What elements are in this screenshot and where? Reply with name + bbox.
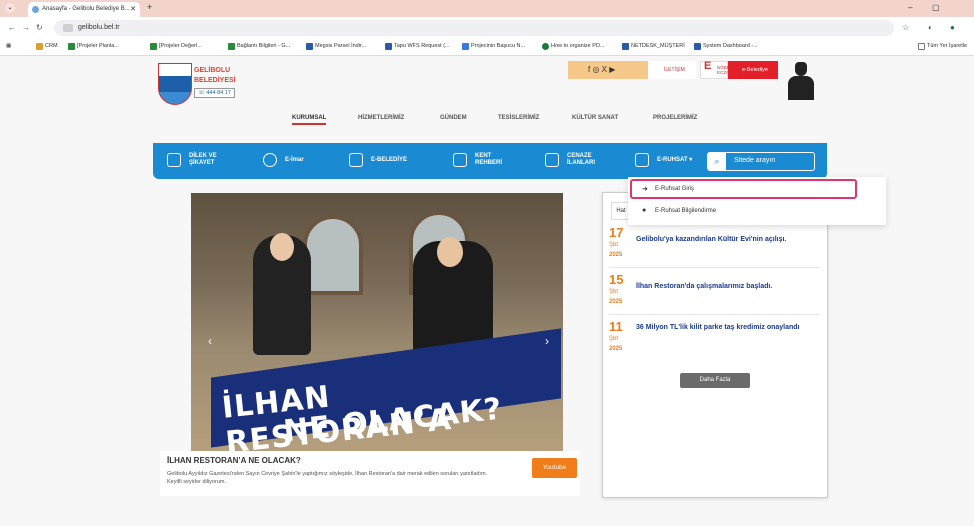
phone-number: ☏ 444 84 17 bbox=[194, 88, 235, 98]
hero-caption: İLHAN RESTORAN’A NE OLACAK? Gelibolu Ayy… bbox=[160, 451, 580, 496]
youtube-button[interactable]: Youtube bbox=[532, 458, 577, 478]
social-links[interactable]: f ◎ X ▶ bbox=[568, 61, 648, 79]
url-field[interactable]: gelibolu.bel.tr bbox=[54, 20, 894, 36]
pharmacy-link[interactable]: E NÖBETÇİ ECZANE bbox=[700, 60, 737, 79]
reload-icon[interactable]: ↻ bbox=[36, 23, 43, 32]
search-icon[interactable]: ⌕ bbox=[708, 153, 726, 170]
bookmark-item[interactable]: [Projeler Değerl... bbox=[150, 43, 202, 50]
bookmark-item[interactable]: Projecinin Başucu N... bbox=[462, 43, 525, 50]
forward-icon[interactable]: → bbox=[22, 23, 30, 32]
quick-e-imar[interactable]: E-İmar bbox=[263, 153, 304, 167]
nav-gundem[interactable]: GÜNDEM bbox=[440, 115, 467, 121]
address-bar-row: ← → ↻ gelibolu.bel.tr ☆ ◐ ● bbox=[0, 17, 974, 39]
bookmark-item[interactable]: CRM bbox=[36, 43, 58, 50]
browser-tab[interactable]: Anasayfa - Gelibolu Belediye B... ✕ bbox=[28, 2, 140, 17]
nav-hizmetlerimiz[interactable]: HİZMETLERİMİZ bbox=[358, 115, 404, 121]
logo-line1: GELİBOLU bbox=[194, 67, 231, 74]
apps-icon[interactable]: ▦ bbox=[6, 43, 11, 49]
permit-icon bbox=[635, 153, 649, 167]
tab-title: Anasayfa - Gelibolu Belediye B... bbox=[42, 6, 130, 12]
search-input[interactable]: Sitede arayın bbox=[734, 157, 775, 164]
nav-projelerimiz[interactable]: PROJELERİMİZ bbox=[653, 115, 697, 121]
municipality-logo[interactable]: GELİBOLU BELEDİYESİ ☏ 444 84 17 bbox=[158, 63, 248, 113]
quick-cenaze-ilanlari[interactable]: CENAZE İLANLARI bbox=[545, 153, 595, 167]
slider-prev-icon[interactable]: ‹ bbox=[208, 334, 212, 348]
slider-next-icon[interactable]: › bbox=[545, 334, 549, 348]
nav-kurumsal[interactable]: KURUMSAL bbox=[292, 115, 327, 125]
dropdown-item-e-ruhsat-bilgilendirme[interactable]: ● E-Ruhsat Bilgilendirme bbox=[628, 201, 886, 221]
new-tab-icon[interactable]: + bbox=[147, 2, 152, 12]
nav-tesislerimiz[interactable]: TESİSLERİMİZ bbox=[498, 115, 539, 121]
maximize-icon[interactable]: ▢ bbox=[932, 3, 940, 12]
bookmark-item[interactable]: Tapu WFS Request (... bbox=[385, 43, 450, 50]
news-title[interactable]: Gelibolu'ya kazandırılan Kültür Evi'nin … bbox=[636, 235, 816, 245]
back-icon[interactable]: ← bbox=[8, 23, 16, 32]
quick-dilek-sikayet[interactable]: DİLEK VE ŞİKAYET bbox=[167, 153, 217, 167]
map-icon bbox=[453, 153, 467, 167]
bookmark-item[interactable]: System Dashboard -... bbox=[694, 43, 758, 50]
all-bookmarks-folder[interactable]: Tüm Yer İşaretle bbox=[918, 43, 967, 50]
more-news-button[interactable]: Daha Fazla bbox=[680, 373, 750, 388]
news-panel: Hat 17 Şbt 2025 Gelibolu'ya kazandırılan… bbox=[602, 192, 828, 498]
bookmark-item[interactable]: How to organize PD... bbox=[542, 43, 605, 50]
hero-image[interactable]: İLHAN RESTORAN’A NE OLACAK? bbox=[191, 193, 563, 451]
social-icons[interactable]: f ◎ X ▶ bbox=[588, 65, 615, 74]
caption-title: İLHAN RESTORAN’A NE OLACAK? bbox=[167, 456, 301, 465]
close-tab-icon[interactable]: ✕ bbox=[130, 5, 136, 13]
logo-line2: BELEDİYESİ bbox=[194, 77, 236, 84]
web-page: GELİBOLU BELEDİYESİ ☏ 444 84 17 f ◎ X ▶ … bbox=[0, 56, 974, 526]
caption-description: Gelibolu Ayyıldız Gazetesi'nden Sayın Ce… bbox=[167, 471, 488, 485]
nav-kultur-sanat[interactable]: KÜLTÜR SANAT bbox=[572, 115, 618, 121]
bookmarks-bar: ▦ CRM [Projeler Planla... [Projeler Değe… bbox=[0, 39, 974, 56]
quick-e-ruhsat[interactable]: E-RUHSAT ▾ bbox=[635, 153, 692, 167]
site-favicon-icon bbox=[32, 6, 39, 13]
contact-link[interactable]: İLETİŞİM bbox=[648, 61, 696, 79]
highlight-box bbox=[630, 179, 857, 199]
building-icon bbox=[545, 153, 559, 167]
site-search[interactable]: ⌕ Sitede arayın bbox=[707, 152, 815, 171]
ataturk-portrait bbox=[787, 60, 815, 100]
url-text: gelibolu.bel.tr bbox=[78, 24, 120, 31]
bookmark-item[interactable]: NETDESK_MÜŞTERİ bbox=[622, 43, 685, 50]
document-icon bbox=[349, 153, 363, 167]
profile-icon[interactable]: ● bbox=[950, 23, 955, 32]
extension-icon[interactable]: ◐ bbox=[928, 23, 933, 32]
bookmark-star-icon[interactable]: ☆ bbox=[902, 23, 909, 32]
location-icon bbox=[263, 153, 277, 167]
news-title[interactable]: 36 Milyon TL'lik kilit parke taş kredimi… bbox=[636, 323, 816, 333]
quick-e-belediye[interactable]: E-BELEDİYE bbox=[349, 153, 407, 167]
bookmark-item[interactable]: Bağlantı Bilgileri - G... bbox=[228, 43, 290, 50]
chat-icon bbox=[167, 153, 181, 167]
municipality-emblem-icon bbox=[158, 63, 192, 105]
quick-kent-rehberi[interactable]: KENT REHBERİ bbox=[453, 153, 502, 167]
bookmark-item[interactable]: [Projeler Planla... bbox=[68, 43, 119, 50]
minimize-icon[interactable]: – bbox=[908, 3, 912, 12]
e-belediye-button[interactable]: e-Belediye bbox=[728, 61, 778, 79]
news-title[interactable]: İlhan Restoran'da çalışmalarımız başladı… bbox=[636, 282, 816, 292]
pharmacy-e-icon: E bbox=[704, 60, 712, 72]
tab-menu-icon[interactable]: ⌄ bbox=[5, 3, 15, 13]
browser-tab-bar: ⌄ Anasayfa - Gelibolu Belediye B... ✕ + … bbox=[0, 0, 974, 17]
bookmark-item[interactable]: Megsis Parsel İndir... bbox=[306, 43, 366, 50]
info-icon: ● bbox=[642, 207, 647, 214]
site-info-icon[interactable] bbox=[63, 24, 73, 32]
